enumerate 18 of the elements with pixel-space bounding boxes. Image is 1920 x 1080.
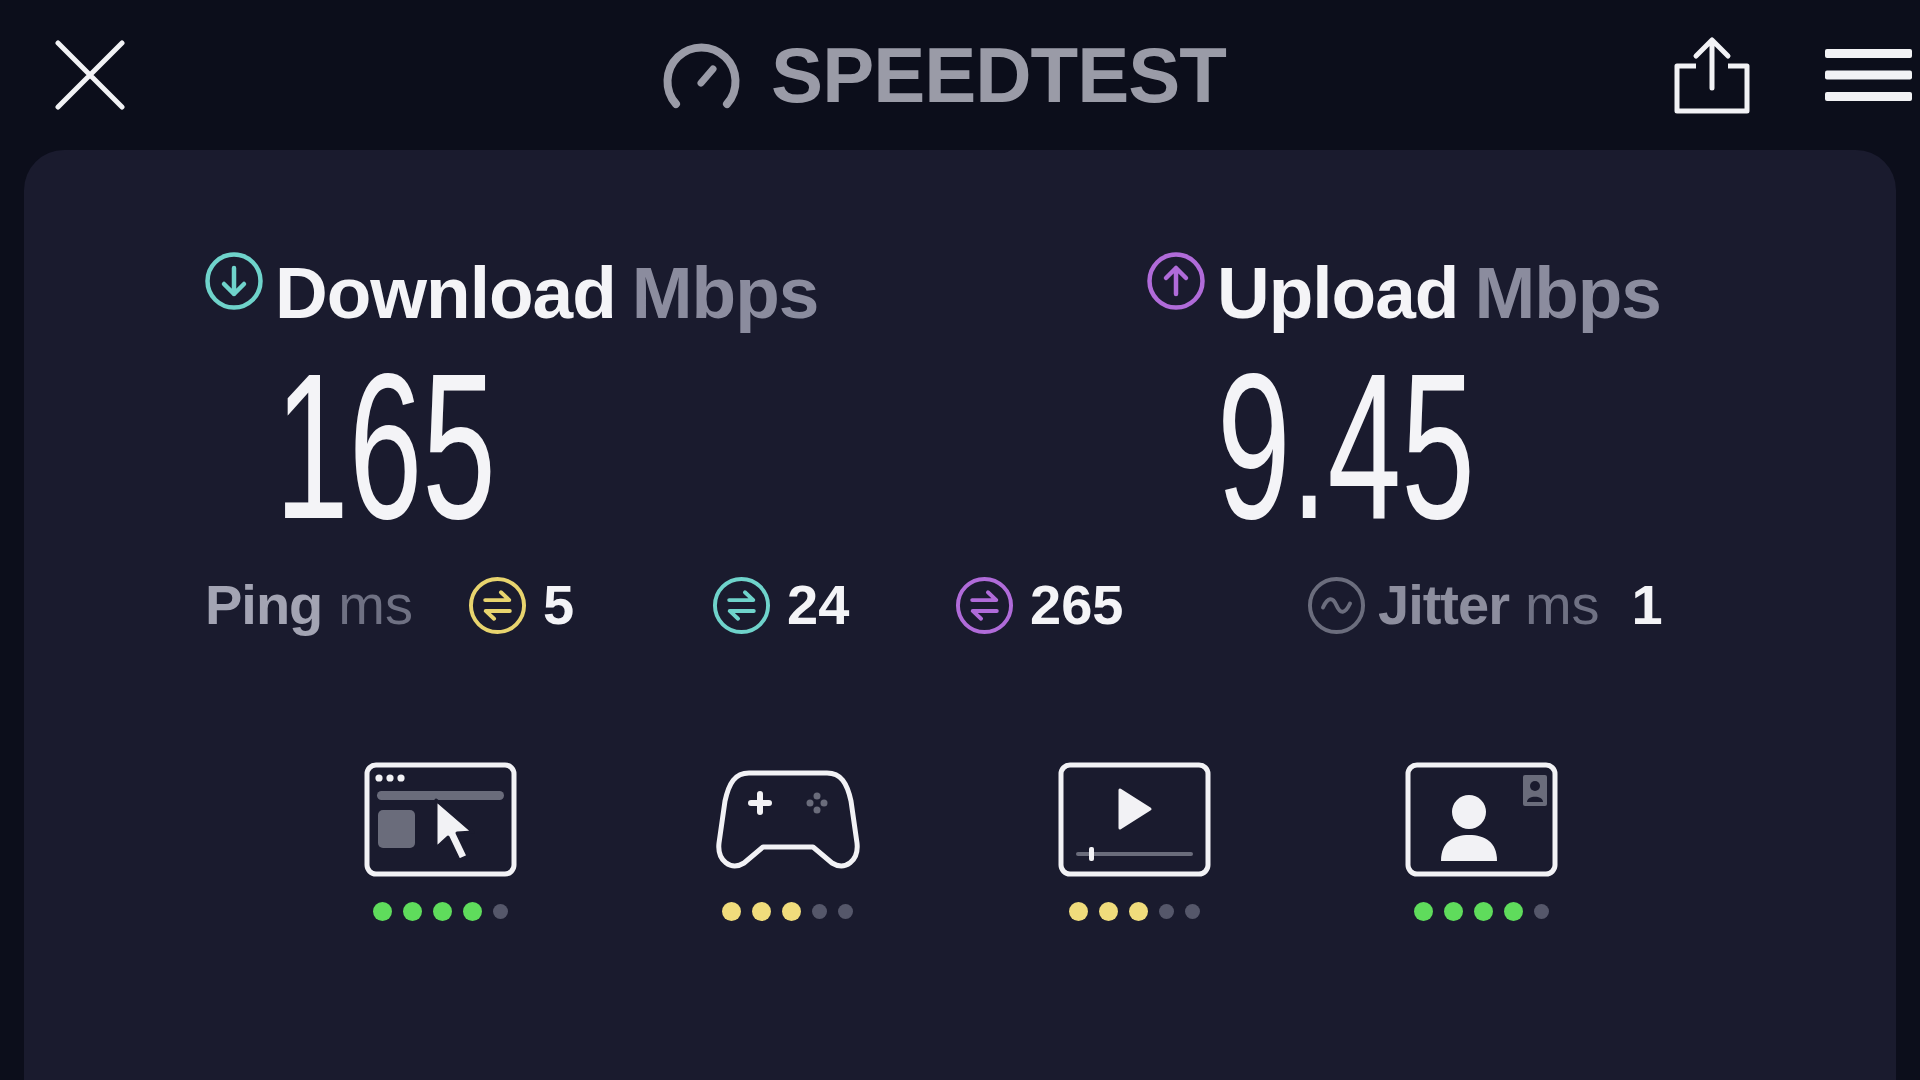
logo-text: SPEEDTEST	[771, 36, 1226, 114]
browser-cursor-icon	[364, 762, 517, 877]
jitter-label: Jitter	[1378, 577, 1509, 633]
video-player-icon	[1058, 762, 1211, 877]
latency-value: 5	[543, 577, 575, 633]
latency-value: 24	[787, 577, 850, 633]
share-icon[interactable]	[1674, 36, 1750, 114]
latency-value: 265	[1030, 577, 1124, 633]
person-frame-icon	[1405, 762, 1558, 877]
result-value: 165	[275, 343, 497, 550]
result-label: Download	[275, 255, 616, 329]
result-value: 9.45	[1217, 343, 1475, 550]
jitter-value: 1	[1631, 577, 1663, 633]
wave-icon	[1307, 575, 1366, 635]
close-icon[interactable]	[55, 40, 125, 110]
menu-icon[interactable]	[1825, 49, 1912, 101]
unit-label: ms	[1524, 577, 1600, 633]
unit-label: ms	[338, 577, 413, 633]
